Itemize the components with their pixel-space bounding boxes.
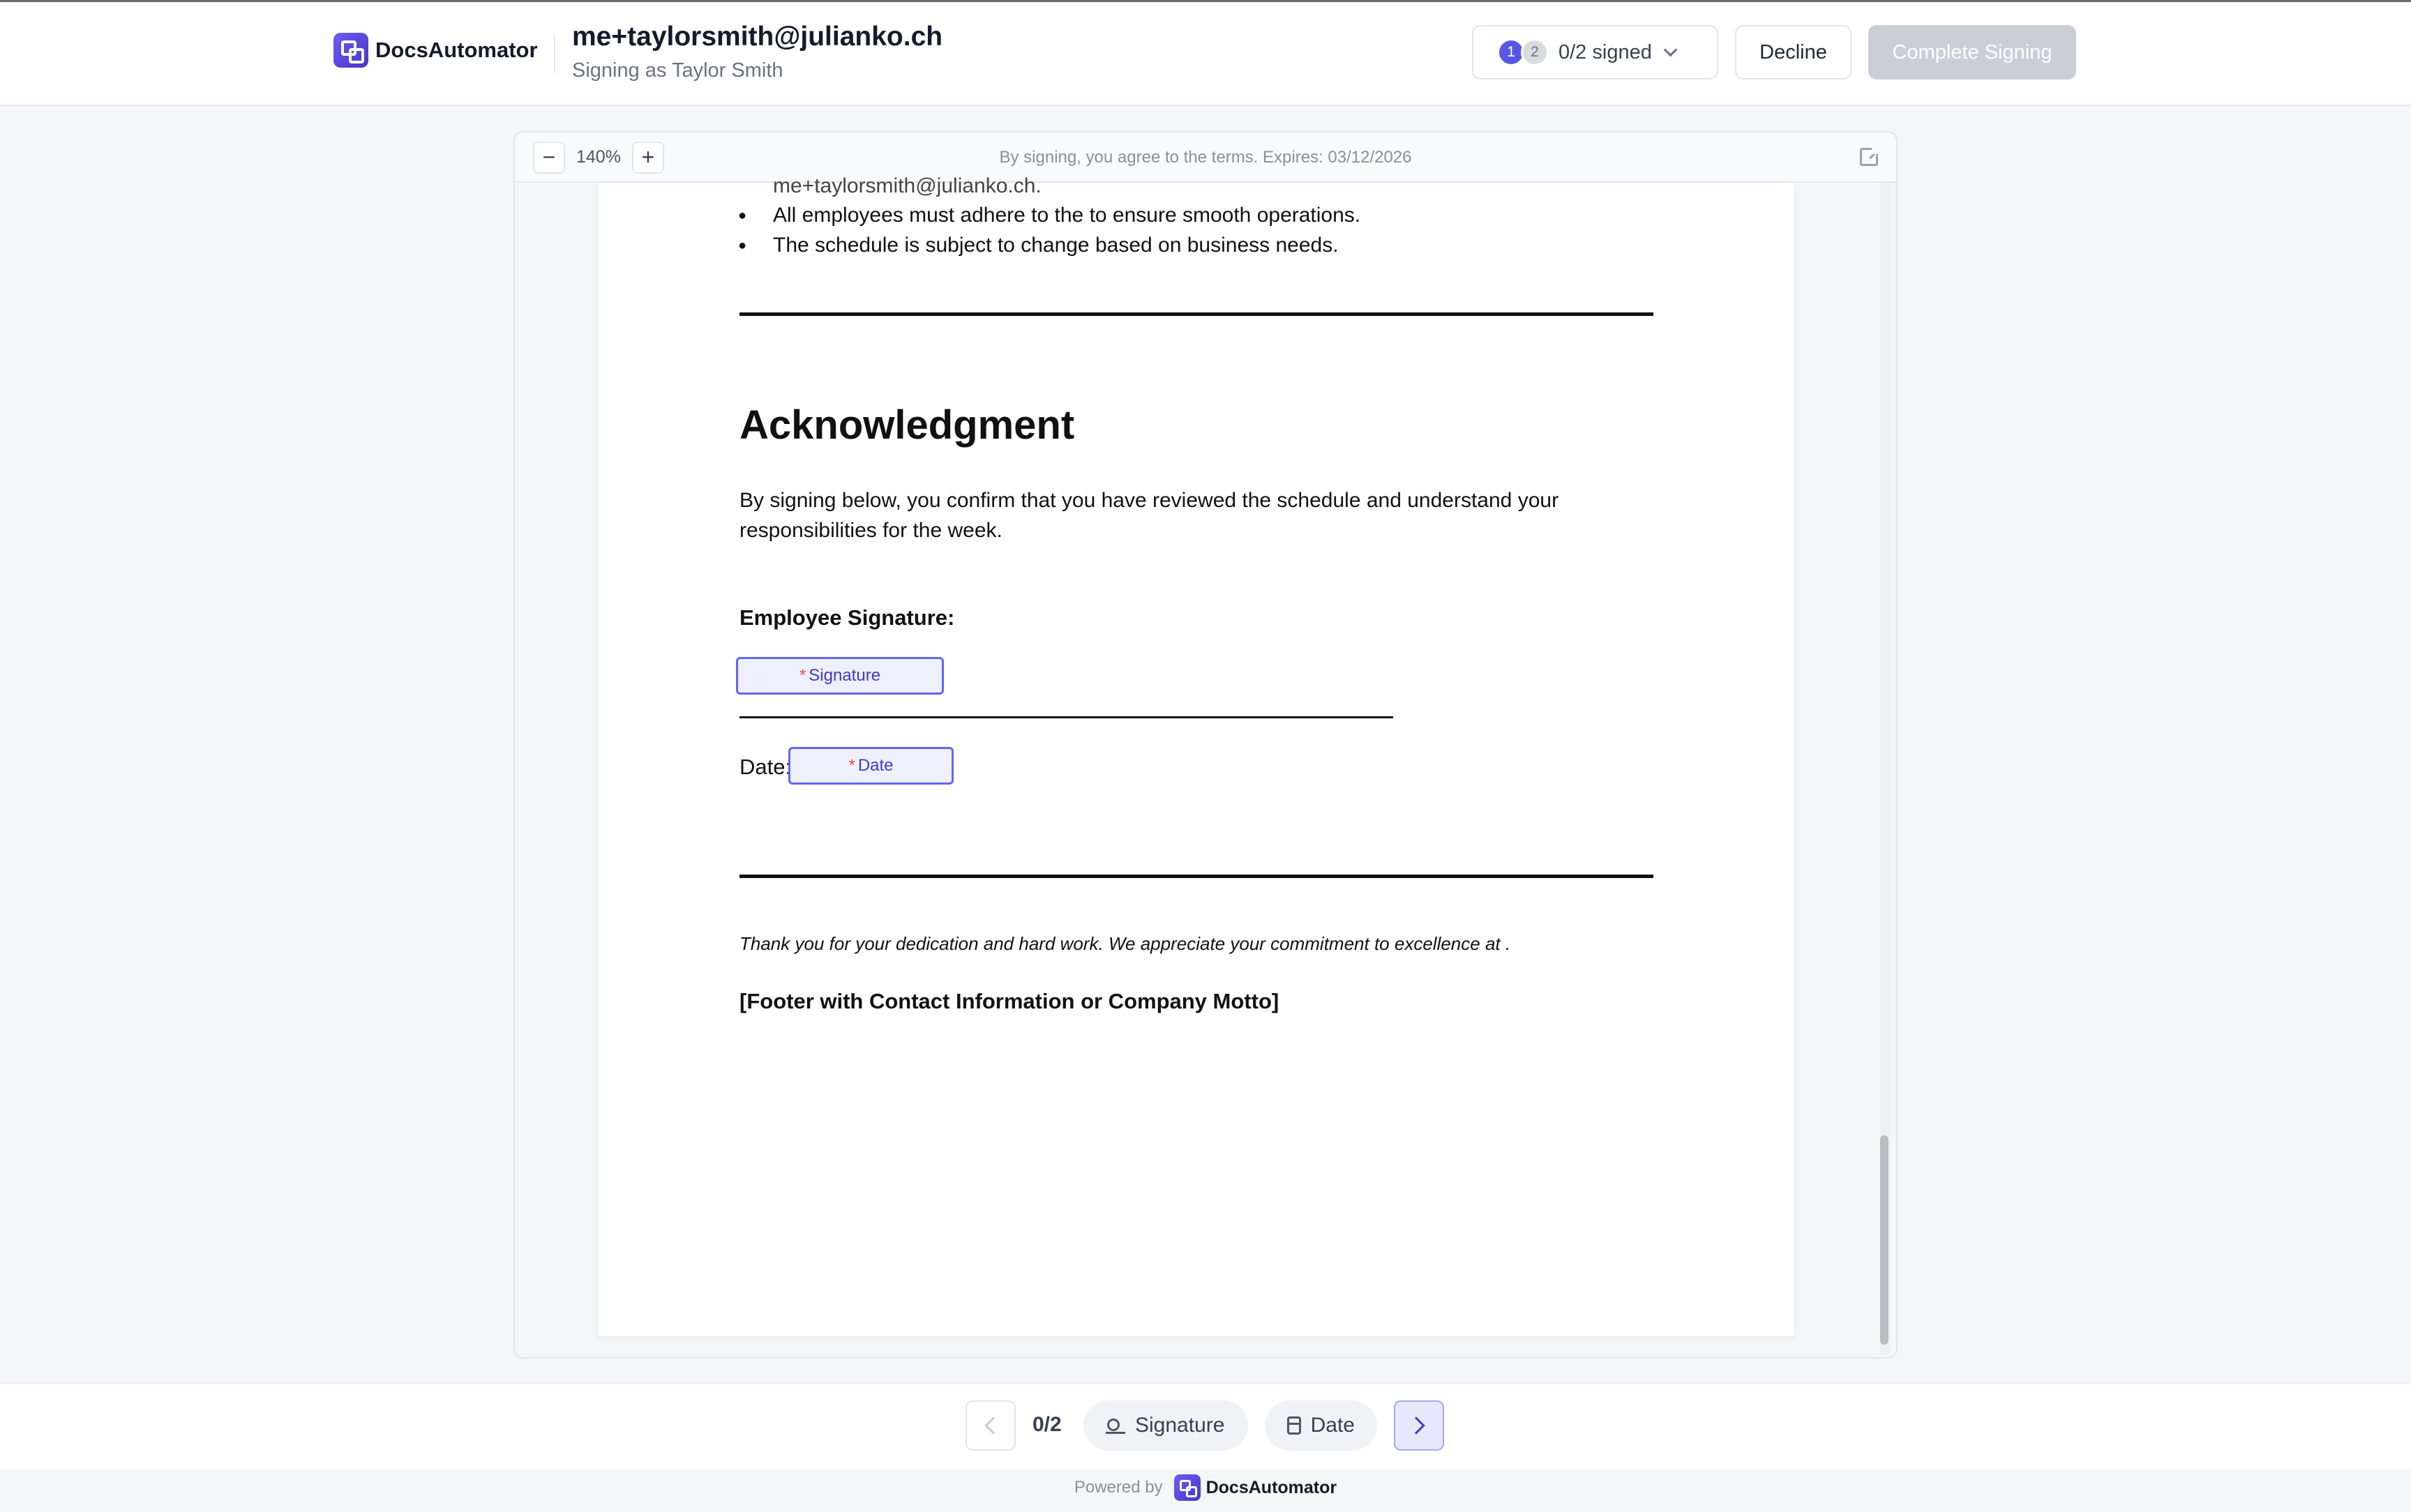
document-viewer: − 140% + By signing, you agree to the te… xyxy=(513,131,1898,1359)
employee-signature-label: Employee Signature: xyxy=(739,605,955,630)
powered-by-brand: DocsAutomator xyxy=(1206,1477,1337,1497)
signature-field-label: Signature xyxy=(809,666,881,685)
scrollbar-thumb[interactable] xyxy=(1880,1135,1888,1345)
external-link-icon[interactable] xyxy=(1860,146,1880,166)
signature-line xyxy=(739,716,1393,718)
progress-label: 0/2 signed xyxy=(1558,40,1652,63)
date-label: Date: xyxy=(739,755,792,779)
header-divider xyxy=(554,34,555,73)
powered-by-text: Powered by xyxy=(1074,1478,1163,1497)
date-field[interactable]: * Date xyxy=(788,747,954,785)
document-page: me+taylorsmith@julianko.ch. All employee… xyxy=(599,174,1794,1336)
calendar-icon xyxy=(1287,1416,1301,1435)
signature-icon xyxy=(1106,1416,1125,1435)
next-field-button[interactable] xyxy=(1394,1400,1444,1451)
powered-by[interactable]: Powered by DocsAutomator xyxy=(0,1474,2411,1501)
terms-notice: By signing, you agree to the terms. Expi… xyxy=(999,148,1412,167)
step-indicator-2: 2 xyxy=(1521,38,1549,66)
list-item: All employees must adhere to the to ensu… xyxy=(738,204,1360,227)
signature-field-chip[interactable]: Signature xyxy=(1083,1400,1248,1451)
date-chip-label: Date xyxy=(1310,1414,1355,1437)
field-progress-count: 0/2 xyxy=(1032,1413,1062,1436)
signature-chip-label: Signature xyxy=(1135,1414,1225,1437)
date-field-chip[interactable]: Date xyxy=(1265,1400,1377,1451)
viewer-toolbar: − 140% + By signing, you agree to the te… xyxy=(515,133,1896,183)
complete-signing-button[interactable]: Complete Signing xyxy=(1868,25,2076,80)
date-field-label: Date xyxy=(857,756,894,775)
acknowledgment-heading: Acknowledgment xyxy=(739,402,1075,448)
decline-button[interactable]: Decline xyxy=(1735,25,1852,80)
chevron-left-icon xyxy=(984,1416,1002,1435)
chevron-down-icon xyxy=(1663,43,1678,57)
header: DocsAutomator me+taylorsmith@julianko.ch… xyxy=(0,0,2411,106)
required-marker: * xyxy=(799,666,806,685)
brand-name: DocsAutomator xyxy=(375,38,538,62)
brand-logo: DocsAutomator xyxy=(333,33,538,68)
field-navigation-bar: 0/2 Signature Date xyxy=(0,1382,2411,1469)
signer-email: me+taylorsmith@julianko.ch xyxy=(572,22,943,52)
logo-icon xyxy=(333,33,368,68)
chevron-right-icon xyxy=(1407,1416,1425,1435)
thank-you-note: Thank you for your dedication and hard w… xyxy=(739,933,1511,954)
vertical-scrollbar[interactable] xyxy=(1879,183,1891,1354)
footer-placeholder: [Footer with Contact Information or Comp… xyxy=(739,989,1279,1013)
signing-progress-dropdown[interactable]: 1 2 0/2 signed xyxy=(1472,25,1718,80)
acknowledgment-paragraph: By signing below, you confirm that you h… xyxy=(739,489,1559,542)
signer-subtitle: Signing as Taylor Smith xyxy=(572,59,783,82)
list-item: The schedule is subject to change based … xyxy=(738,234,1339,257)
horizontal-rule xyxy=(739,312,1653,316)
signature-field[interactable]: * Signature xyxy=(736,657,944,695)
logo-icon xyxy=(1173,1474,1201,1501)
required-marker: * xyxy=(848,756,855,775)
horizontal-rule xyxy=(739,875,1653,878)
previous-field-button[interactable] xyxy=(966,1400,1016,1451)
partial-text-line: me+taylorsmith@julianko.ch. xyxy=(773,174,1042,197)
